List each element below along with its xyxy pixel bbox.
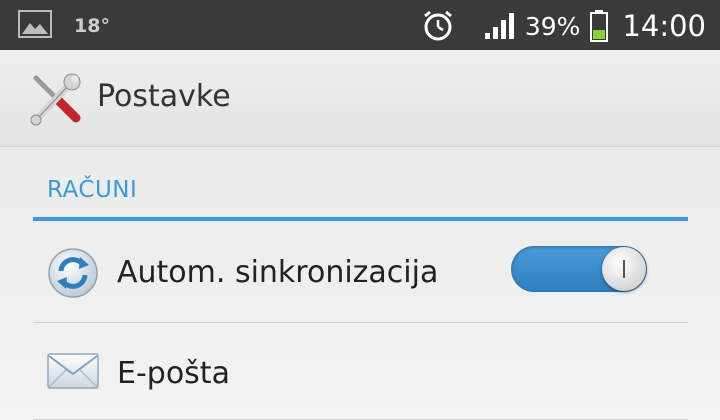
email-envelope-icon <box>47 350 99 394</box>
gallery-icon <box>18 10 52 42</box>
status-bar-left: 18° <box>18 10 110 42</box>
email-row[interactable]: E-pošta <box>33 322 688 420</box>
action-bar: Postavke <box>0 50 720 147</box>
battery-percent-text: 39% <box>524 11 581 41</box>
page-title: Postavke <box>97 79 231 114</box>
status-bar-right: 39% 14:00 <box>421 6 706 46</box>
auto-sync-row[interactable]: Autom. sinkronizacija <box>33 221 688 321</box>
clock-time: 14:00 <box>622 9 706 43</box>
section-header: RAČUNI <box>47 177 138 203</box>
status-bar: 18° 39% 14:00 <box>0 0 720 50</box>
email-label: E-pošta <box>117 356 230 391</box>
alarm-icon <box>421 9 455 43</box>
temperature-text: 18° <box>74 15 110 37</box>
sync-icon <box>47 247 99 303</box>
toggle-knob[interactable] <box>602 247 646 291</box>
auto-sync-toggle[interactable] <box>511 246 647 292</box>
signal-icon <box>484 13 517 39</box>
auto-sync-label: Autom. sinkronizacija <box>117 255 439 290</box>
settings-list: RAČUNI Autom. sinkronizacija E-pošta <box>0 147 720 420</box>
battery-icon <box>590 10 609 42</box>
settings-tools-icon[interactable] <box>28 72 84 130</box>
